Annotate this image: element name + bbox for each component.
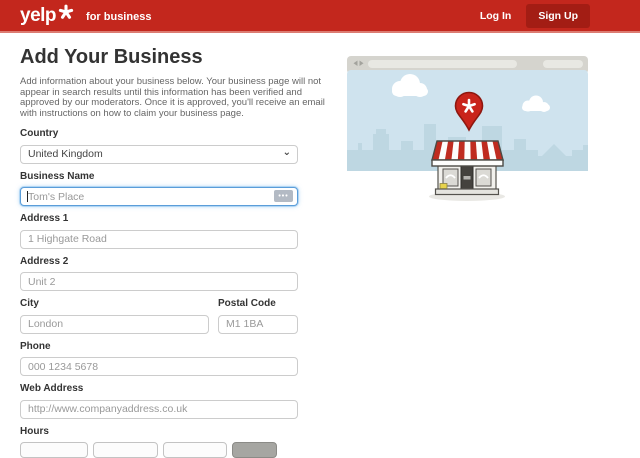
store-window-right <box>476 169 491 186</box>
postal-code-input[interactable] <box>218 315 298 334</box>
chrome-right-pill <box>543 60 583 68</box>
city-input[interactable] <box>20 315 209 334</box>
hours-row <box>20 442 298 458</box>
hours-label: Hours <box>20 426 298 438</box>
signup-button[interactable]: Sign Up <box>526 4 590 28</box>
phone-input[interactable] <box>20 357 298 376</box>
page-description: Add information about your business belo… <box>20 77 338 119</box>
address2-group: Address 2 <box>20 256 298 292</box>
text-cursor <box>27 191 28 202</box>
city-group: City <box>20 298 209 334</box>
awning-valance <box>432 160 503 166</box>
hours-group: Hours <box>20 426 298 458</box>
city-label: City <box>20 298 209 310</box>
open-sign <box>440 184 447 189</box>
business-name-input[interactable] <box>20 187 298 206</box>
brand[interactable]: yelp for business <box>20 5 151 27</box>
web-address-label: Web Address <box>20 383 298 395</box>
phone-group: Phone <box>20 341 298 377</box>
autofill-icon[interactable]: ••• <box>274 190 293 202</box>
hours-open-select[interactable] <box>93 442 158 458</box>
hours-toggle-button[interactable] <box>232 442 277 458</box>
yelp-burst-icon <box>58 4 74 25</box>
address2-input[interactable] <box>20 272 298 291</box>
yelp-logo: yelp <box>20 5 56 27</box>
address1-input[interactable] <box>20 230 298 249</box>
country-select[interactable]: United Kingdom <box>20 145 298 164</box>
country-group: Country United Kingdom ⌄ <box>20 128 298 164</box>
web-address-input[interactable] <box>20 400 298 419</box>
business-name-group: Business Name ••• <box>20 171 298 207</box>
postal-code-group: Postal Code <box>218 298 298 334</box>
country-label: Country <box>20 128 298 140</box>
store-base <box>436 189 499 195</box>
hours-close-select[interactable] <box>163 442 227 458</box>
store <box>432 141 503 195</box>
business-name-label: Business Name <box>20 171 298 183</box>
door-sign <box>464 176 471 180</box>
store-awning <box>432 141 503 166</box>
hours-day-select[interactable] <box>20 442 88 458</box>
header-nav: Log In Sign Up <box>480 4 590 28</box>
for-business-tagline: for business <box>86 9 151 23</box>
address2-label: Address 2 <box>20 256 298 268</box>
address1-group: Address 1 <box>20 213 298 249</box>
storefront-illustration <box>345 53 595 205</box>
postal-code-label: Postal Code <box>218 298 298 310</box>
header: yelp for business Log In Sign Up <box>0 0 640 33</box>
web-address-group: Web Address <box>20 383 298 419</box>
url-bar <box>368 60 517 68</box>
login-link[interactable]: Log In <box>480 10 512 22</box>
city-postal-row: City Postal Code <box>20 298 298 334</box>
phone-label: Phone <box>20 341 298 353</box>
address1-label: Address 1 <box>20 213 298 225</box>
